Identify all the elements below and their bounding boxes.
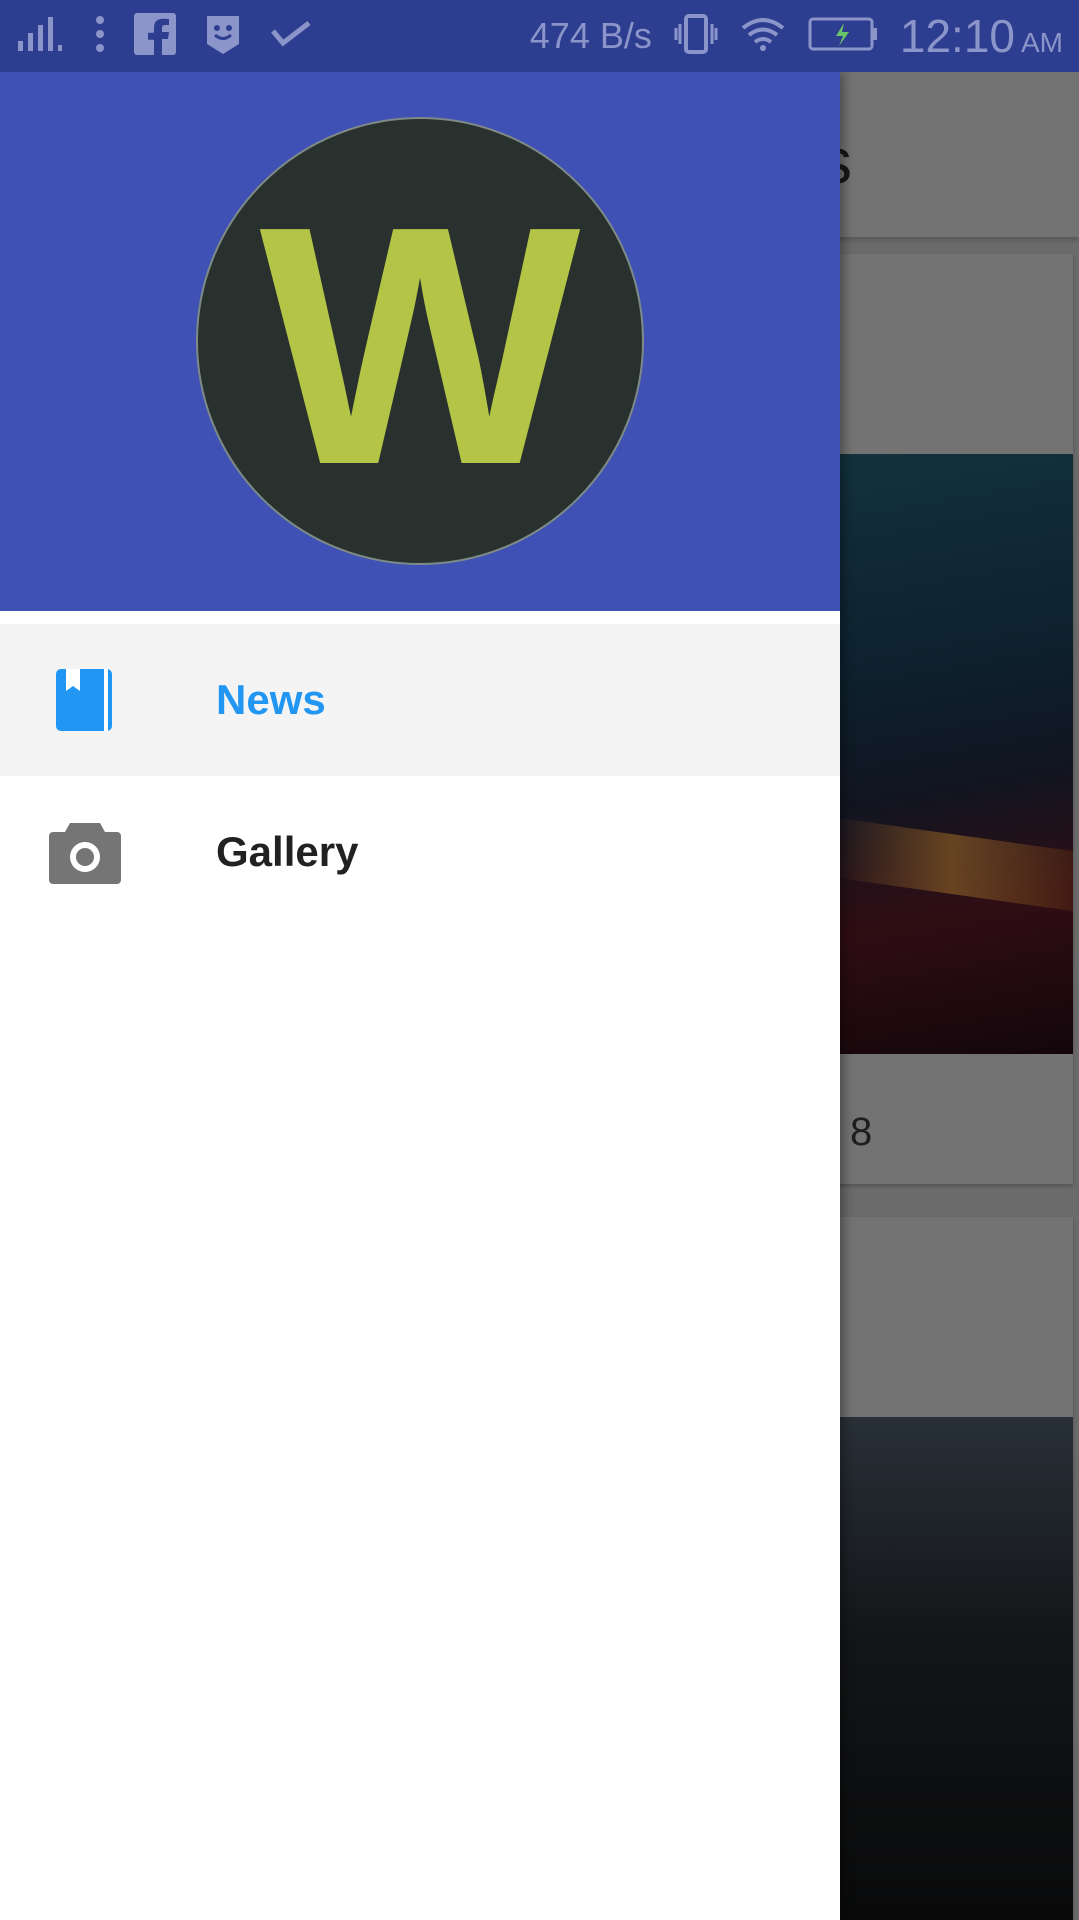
vibrate-icon — [674, 13, 718, 59]
check-icon — [270, 19, 312, 54]
navigation-drawer: W News Gallery — [0, 72, 840, 1920]
app-logo: W — [196, 117, 644, 565]
status-bar: 474 B/s 12:10 AM — [0, 0, 1079, 72]
book-icon — [48, 663, 122, 737]
facebook-icon — [134, 12, 176, 60]
signal-icon — [16, 16, 66, 56]
notification-app-icon — [204, 13, 242, 60]
camera-icon — [48, 815, 122, 889]
drawer-header: W — [0, 72, 840, 611]
nav-item-news[interactable]: News — [0, 624, 840, 776]
nav-item-label: News — [216, 676, 326, 723]
clock-time: 12:10 — [899, 10, 1015, 62]
logo-letter: W — [259, 156, 581, 536]
network-speed: 474 B/s — [529, 15, 652, 56]
battery-charging-icon — [808, 17, 878, 56]
nav-item-gallery[interactable]: Gallery — [0, 776, 840, 928]
wifi-icon — [740, 16, 786, 57]
clock-ampm: AM — [1021, 27, 1063, 58]
nav-item-label: Gallery — [216, 828, 359, 875]
more-vert-icon — [94, 14, 106, 59]
